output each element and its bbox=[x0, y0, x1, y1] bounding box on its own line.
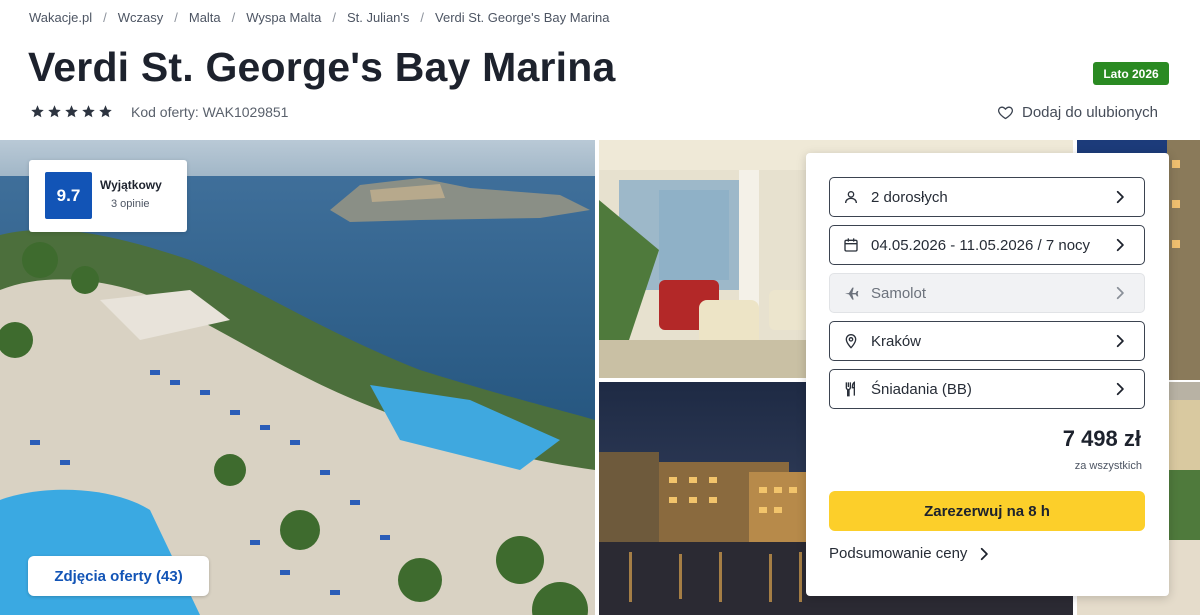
rating-score: 9.7 bbox=[45, 172, 92, 219]
travelers-selector[interactable]: 2 dorosłych bbox=[829, 177, 1145, 217]
travelers-value: 2 dorosłych bbox=[871, 188, 948, 206]
breadcrumb-separator: / bbox=[332, 10, 336, 25]
cutlery-icon bbox=[843, 381, 859, 397]
offer-photos-button[interactable]: Zdjęcia oferty (43) bbox=[28, 556, 209, 596]
plane-icon bbox=[843, 285, 859, 301]
chevron-right-icon bbox=[1116, 238, 1124, 252]
person-icon bbox=[843, 189, 859, 205]
departure-city-selector[interactable]: Kraków bbox=[829, 321, 1145, 361]
season-badge: Lato 2026 bbox=[1093, 62, 1169, 85]
chevron-right-icon bbox=[1116, 382, 1124, 396]
hotel-title: Verdi St. George's Bay Marina bbox=[28, 44, 616, 90]
star-icon bbox=[65, 105, 78, 118]
star-icon bbox=[48, 105, 61, 118]
board-type-selector[interactable]: Śniadania (BB) bbox=[829, 369, 1145, 409]
breadcrumb-item-country[interactable]: Malta bbox=[189, 10, 221, 25]
rating-label: Wyjątkowy bbox=[100, 178, 162, 192]
hotel-stars bbox=[30, 104, 113, 119]
price-summary-link[interactable]: Podsumowanie ceny bbox=[829, 545, 991, 562]
dates-selector[interactable]: 04.05.2026 - 11.05.2026 / 7 nocy bbox=[829, 225, 1145, 265]
breadcrumb-separator: / bbox=[231, 10, 236, 25]
star-icon bbox=[31, 105, 44, 118]
rating-review-count: 3 opinie bbox=[111, 198, 150, 210]
breadcrumb-item-hotel[interactable]: Verdi St. George's Bay Marina bbox=[435, 10, 609, 25]
breadcrumb-separator: / bbox=[174, 10, 178, 25]
add-to-favorites-button[interactable]: Dodaj do ulubionych bbox=[997, 104, 1158, 121]
breadcrumb-item-holidays[interactable]: Wczasy bbox=[118, 10, 164, 25]
rating-card[interactable]: 9.7 Wyjątkowy 3 opinie bbox=[29, 160, 187, 232]
breadcrumb-separator: / bbox=[103, 10, 107, 25]
chevron-right-icon bbox=[981, 547, 989, 560]
calendar-icon bbox=[843, 237, 859, 253]
booking-panel: 2 dorosłych 04.05.2026 - 11.05.2026 / 7 … bbox=[806, 153, 1169, 596]
price-note: za wszystkich bbox=[1074, 460, 1142, 472]
departure-city-value: Kraków bbox=[871, 332, 922, 350]
chevron-right-icon bbox=[1116, 334, 1124, 348]
chevron-right-icon bbox=[1116, 190, 1124, 204]
breadcrumb-item-city[interactable]: St. Julian's bbox=[347, 10, 409, 25]
favorites-label: Dodaj do ulubionych bbox=[1022, 104, 1158, 121]
breadcrumb-separator: / bbox=[420, 10, 425, 25]
location-pin-icon bbox=[843, 333, 859, 349]
total-price: 7 498 zł bbox=[1062, 426, 1141, 451]
offer-code: Kod oferty: WAK1029851 bbox=[131, 104, 289, 120]
breadcrumb: Wakacje.pl / Wczasy / Malta / Wyspa Malt… bbox=[29, 10, 609, 25]
transport-selector[interactable]: Samolot bbox=[829, 273, 1145, 313]
breadcrumb-item-island[interactable]: Wyspa Malta bbox=[246, 10, 321, 25]
star-icon bbox=[82, 105, 95, 118]
reserve-button[interactable]: Zarezerwuj na 8 h bbox=[829, 491, 1145, 531]
star-icon bbox=[99, 105, 112, 118]
breadcrumb-item-home[interactable]: Wakacje.pl bbox=[29, 10, 92, 25]
dates-value: 04.05.2026 - 11.05.2026 / 7 nocy bbox=[871, 236, 1091, 254]
board-type-value: Śniadania (BB) bbox=[871, 380, 972, 398]
chevron-right-icon bbox=[1116, 286, 1124, 300]
transport-value: Samolot bbox=[871, 284, 927, 302]
price-summary-label: Podsumowanie ceny bbox=[829, 545, 968, 562]
heart-icon bbox=[998, 106, 1013, 120]
